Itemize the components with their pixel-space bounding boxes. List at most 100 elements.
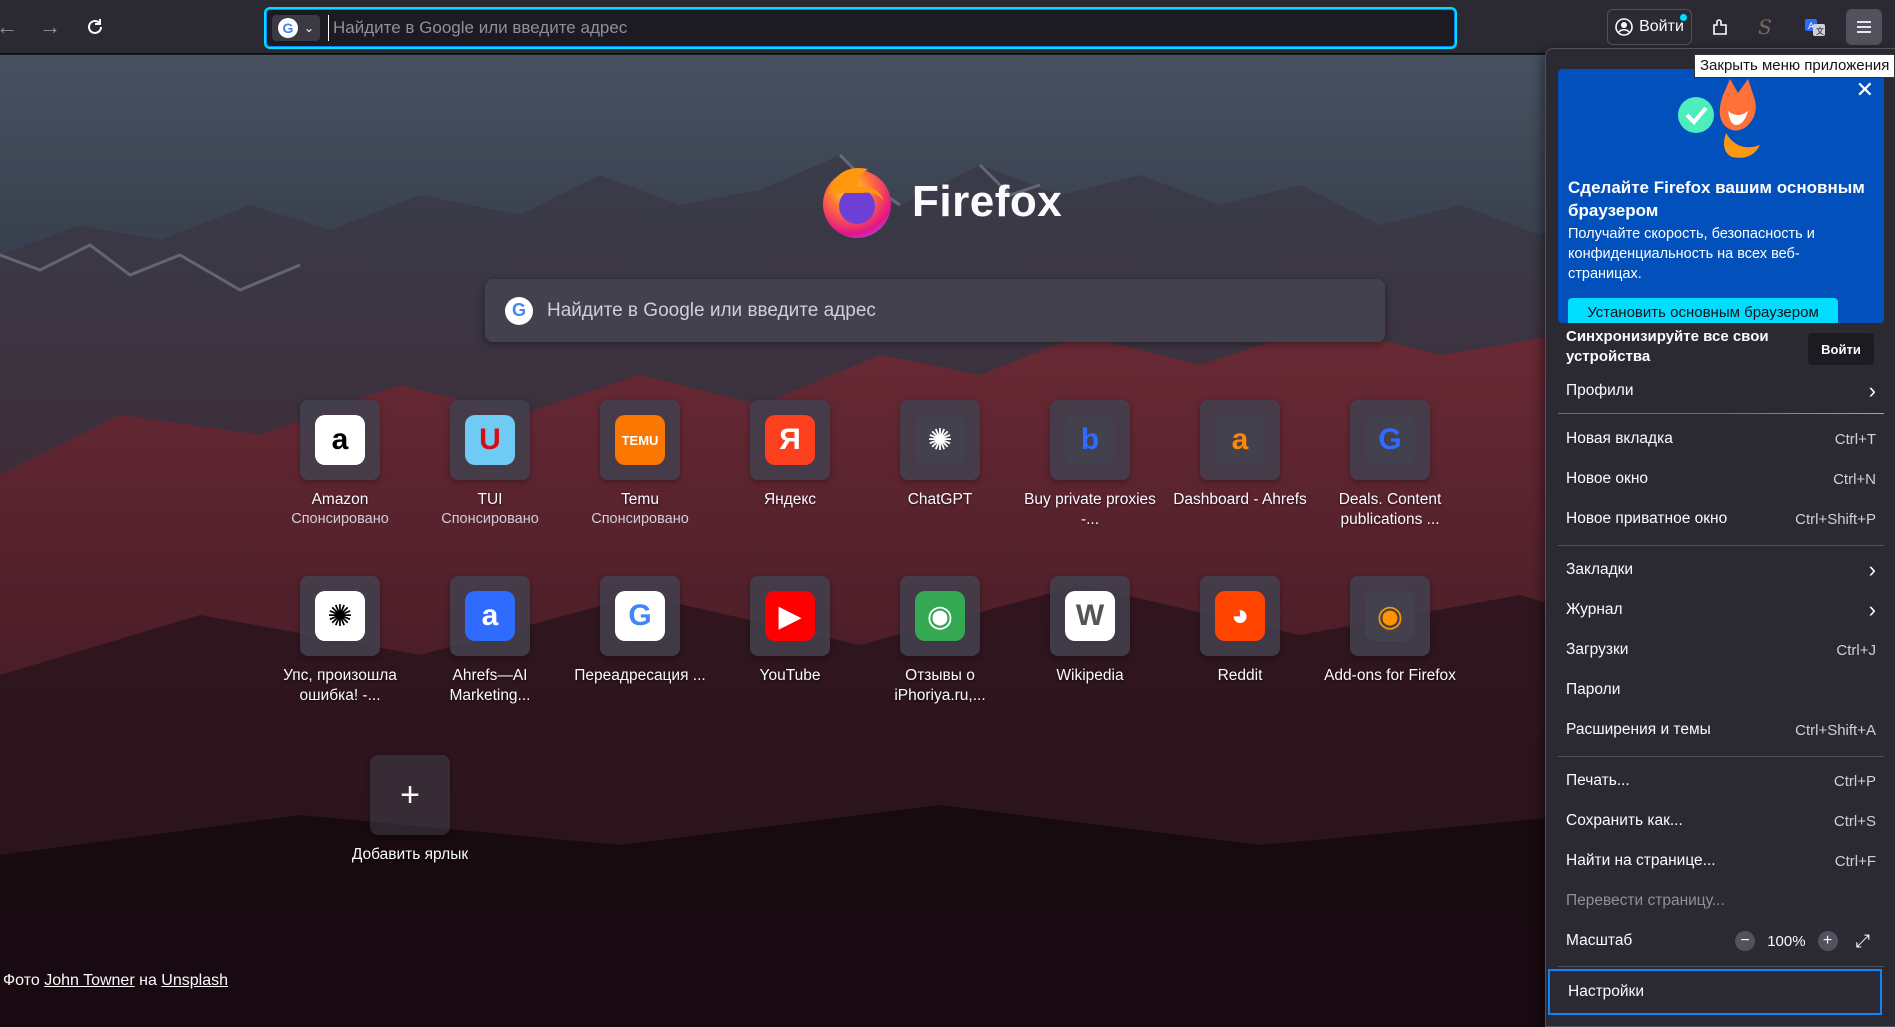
menu-item-label: Масштаб (1566, 932, 1633, 949)
menu-item-new-window[interactable]: Новое окно Ctrl+N (1558, 460, 1884, 498)
shortcut-tile[interactable]: G Переадресация ... (570, 576, 710, 686)
menu-item-passwords[interactable]: Пароли (1558, 671, 1884, 709)
shortcut-label: Add-ons for Firefox (1324, 667, 1456, 684)
menu-item-print[interactable]: Печать... Ctrl+P (1558, 762, 1884, 800)
openai-icon: ✺ (315, 591, 365, 641)
shortcut-tile[interactable]: G Deals. Content publications ... (1320, 400, 1460, 530)
menu-item-private-window[interactable]: Новое приватное окно Ctrl+Shift+P (1558, 500, 1884, 538)
set-default-browser-button[interactable]: Установить основным браузером (1568, 298, 1838, 323)
newtab-search-box[interactable]: G (485, 279, 1385, 342)
zoom-controls: − 100% + ⤢ (1735, 931, 1870, 952)
shortcut-label: Отзывы о iPhoriya.ru,... (894, 667, 986, 704)
shortcut-icon-frame: a (300, 400, 380, 480)
menu-item-new-tab[interactable]: Новая вкладка Ctrl+T (1558, 420, 1884, 458)
menu-item-label: Настройки (1568, 983, 1645, 1000)
shortcut-icon-frame: G (1350, 400, 1430, 480)
firefox-icon (823, 168, 891, 238)
tooltip: Закрыть меню приложения (1694, 54, 1895, 78)
plus-icon: + (370, 755, 450, 835)
shortcut-tile[interactable]: a Ahrefs—AI Marketing... (420, 576, 560, 706)
shortcut-label: Ahrefs—AI Marketing... (449, 667, 531, 704)
google-icon: G (278, 18, 298, 38)
chevron-right-icon: › (1868, 378, 1876, 403)
shortcut-tile[interactable]: a Dashboard - Ahrefs (1170, 400, 1310, 510)
shortcut-icon-frame: ◉ (1350, 576, 1430, 656)
menu-item-label: Загрузки (1566, 641, 1629, 658)
shortcut-tile[interactable]: a Amazon Спонсировано (270, 400, 410, 529)
shortcut-icon-frame: W (1050, 576, 1130, 656)
fullscreen-icon[interactable]: ⤢ (1856, 931, 1870, 952)
menu-item-label: Новое окно (1566, 470, 1649, 487)
forward-arrow-icon[interactable]: → (33, 10, 67, 44)
account-icon (1615, 18, 1633, 36)
address-bar[interactable]: G ⌄ (264, 7, 1457, 49)
photo-author-link[interactable]: John Towner (44, 972, 134, 989)
shortcut-label: Ctrl+J (1836, 641, 1876, 659)
photo-middle: на (139, 972, 157, 989)
deals-icon: G (1365, 415, 1415, 465)
hamburger-menu-icon[interactable] (1846, 9, 1882, 45)
shortcut-tile[interactable]: ◕ Reddit (1170, 576, 1310, 686)
translate-icon[interactable]: A文 (1797, 9, 1833, 45)
shortcut-tile[interactable]: Я Яндекс (720, 400, 860, 510)
shortcut-label: Temu (621, 491, 659, 508)
extensions-icon[interactable] (1702, 9, 1738, 45)
shortcut-tile[interactable]: ◉ Отзывы о iPhoriya.ru,... (870, 576, 1010, 706)
zoom-in-icon[interactable]: + (1817, 931, 1838, 951)
search-engine-button[interactable]: G ⌄ (272, 15, 320, 41)
menu-item-bookmarks[interactable]: Закладки › (1558, 551, 1884, 589)
shortcut-tile[interactable]: W Wikipedia (1020, 576, 1160, 686)
shortcut-label: ChatGPT (907, 491, 973, 508)
shortcut-icon-frame: G (600, 576, 680, 656)
url-input[interactable] (328, 15, 1428, 41)
zoom-out-icon[interactable]: − (1735, 931, 1756, 951)
add-shortcut-tile[interactable]: + Добавить ярлык (340, 755, 480, 865)
menu-item-label: Перевести страницу... (1566, 892, 1725, 909)
shortcut-icon-frame: TEMU (600, 400, 680, 480)
chevron-right-icon: › (1868, 597, 1876, 622)
shortcut-tile[interactable]: ◉ Add-ons for Firefox (1320, 576, 1460, 686)
menu-item-addons[interactable]: Расширения и темы Ctrl+Shift+A (1558, 711, 1884, 749)
proxy-icon: b (1065, 415, 1115, 465)
shortcut-label: Ctrl+P (1833, 772, 1876, 790)
menu-item-save-as[interactable]: Сохранить как... Ctrl+S (1558, 802, 1884, 840)
add-shortcut-label: Добавить ярлык (351, 846, 469, 863)
menu-item-find[interactable]: Найти на странице... Ctrl+F (1558, 842, 1884, 880)
separator (1558, 756, 1884, 757)
shortcut-tile[interactable]: TEMU Temu Спонсировано (570, 400, 710, 529)
shortcut-label: Dashboard - Ahrefs (1173, 491, 1307, 508)
menu-item-profiles[interactable]: Профили › (1558, 372, 1884, 410)
menu-item-settings[interactable]: Настройки (1548, 969, 1882, 1015)
svg-text:文: 文 (1816, 26, 1824, 36)
shortcut-tile[interactable]: ▶ YouTube (720, 576, 860, 686)
menu-item-label: Найти на странице... (1566, 852, 1716, 869)
wikipedia-icon: W (1065, 591, 1115, 641)
logo-wordmark: Firefox (912, 177, 1063, 226)
sync-signin-button[interactable]: Войти (1808, 333, 1874, 365)
account-signin-button[interactable]: Войти (1607, 9, 1692, 45)
shortcut-tile[interactable]: ✺ Упс, произошла ошибка! -... (270, 576, 410, 706)
sponsored-label: Спонсировано (441, 511, 539, 527)
shortcut-tile[interactable]: U TUI Спонсировано (420, 400, 560, 529)
script-extension-icon[interactable]: S (1747, 9, 1783, 45)
chatgpt-icon: ✺ (915, 415, 965, 465)
menu-item-label: Печать... (1566, 772, 1630, 789)
shortcut-icon-frame: ✺ (900, 400, 980, 480)
notification-dot (1680, 14, 1687, 21)
shortcut-tile[interactable]: ✺ ChatGPT (870, 400, 1010, 510)
shortcut-icon-frame: Я (750, 400, 830, 480)
shortcut-tile[interactable]: b Buy private proxies -... (1020, 400, 1160, 530)
menu-item-label: Новое приватное окно (1566, 510, 1728, 527)
menu-item-downloads[interactable]: Загрузки Ctrl+J (1558, 631, 1884, 669)
fox-illustration-icon (1678, 79, 1760, 158)
reload-icon[interactable] (78, 10, 112, 44)
search-input[interactable] (547, 299, 1367, 322)
photo-source-link[interactable]: Unsplash (161, 972, 228, 989)
back-arrow-icon[interactable]: ← (0, 10, 24, 44)
menu-item-history[interactable]: Журнал › (1558, 591, 1884, 629)
ahrefs-ai-icon: a (465, 591, 515, 641)
google-icon: G (505, 296, 533, 325)
close-icon[interactable]: ✕ (1856, 77, 1874, 103)
zoom-level[interactable]: 100% (1767, 933, 1805, 950)
maps-icon: ◉ (915, 591, 965, 641)
